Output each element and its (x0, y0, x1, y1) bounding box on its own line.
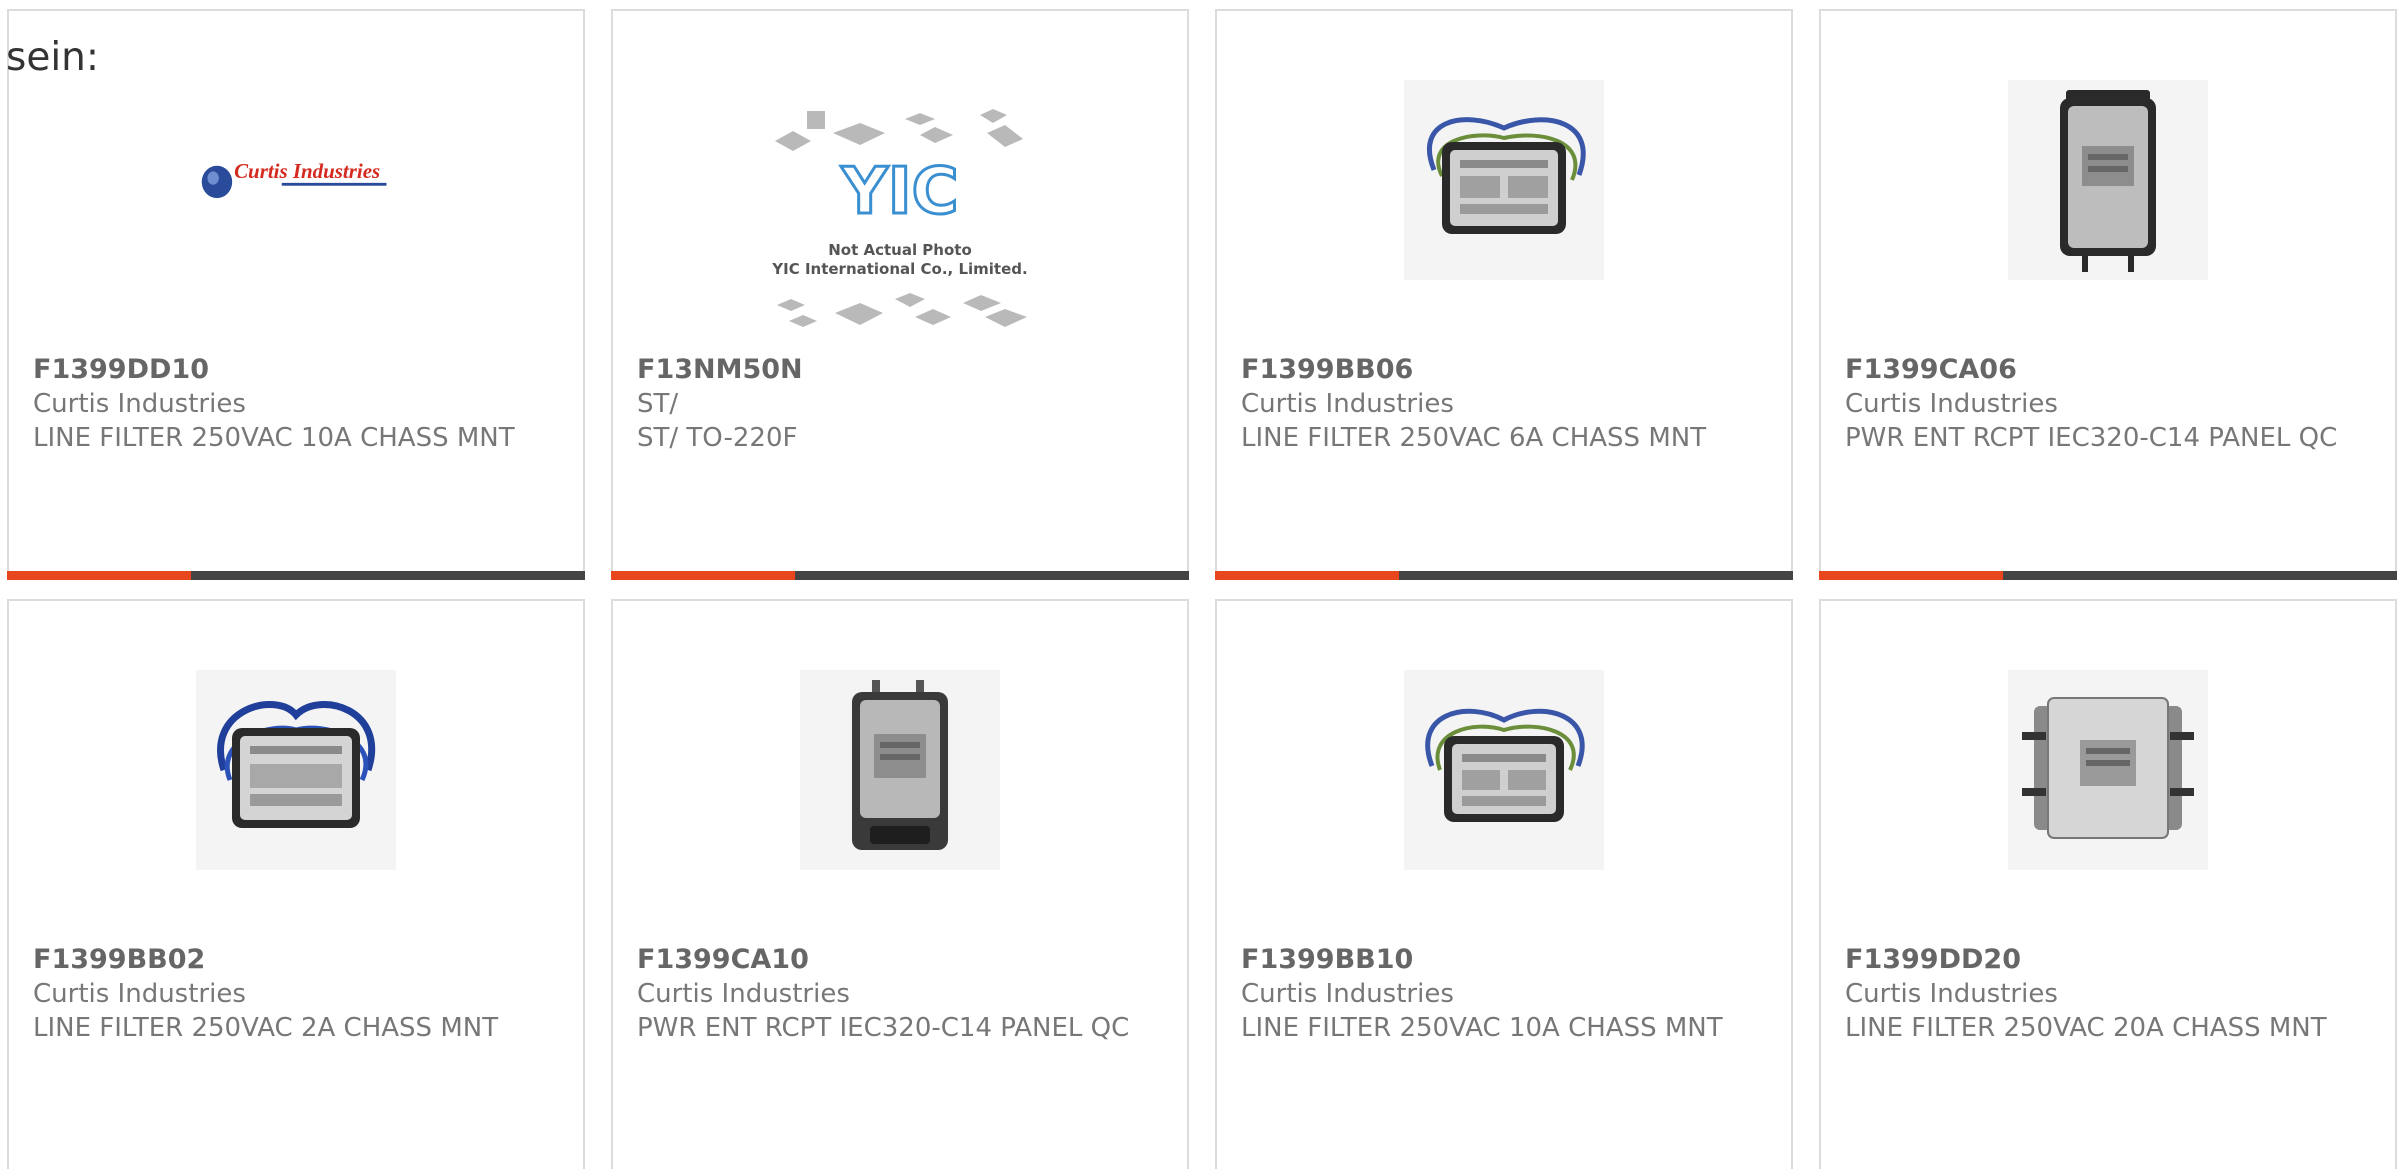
product-image[interactable] (1404, 670, 1604, 870)
card-bottom-bar (1215, 571, 1793, 580)
description: LINE FILTER 250VAC 20A CHASS MNT (1845, 1013, 2327, 1043)
power-entry-module-image (2008, 80, 2208, 280)
product-card[interactable]: F1399BB10 Curtis Industries LINE FILTER … (1215, 599, 1793, 1169)
manufacturer: Curtis Industries (1241, 979, 1454, 1009)
product-card[interactable]: F1399DD20 Curtis Industries LINE FILTER … (1819, 599, 2397, 1169)
part-number-link[interactable]: F1399CA06 (1845, 353, 2375, 387)
part-number-link[interactable]: F1399BB02 (33, 943, 563, 977)
line-filter-chassis-image (2008, 670, 2208, 870)
product-image[interactable]: Curtis Industries (196, 80, 396, 280)
svg-text:Curtis Industries: Curtis Industries (234, 159, 380, 183)
image-caption-line1: Not Actual Photo (828, 241, 972, 259)
manufacturer: ST/ (637, 389, 679, 419)
product-image[interactable] (2008, 670, 2208, 870)
description: LINE FILTER 250VAC 10A CHASS MNT (1241, 1013, 1723, 1043)
line-filter-image (196, 670, 396, 870)
product-card[interactable]: F1399CA10 Curtis Industries PWR ENT RCPT… (611, 599, 1189, 1169)
manufacturer: Curtis Industries (33, 389, 246, 419)
description: PWR ENT RCPT IEC320-C14 PANEL QC (637, 1013, 1130, 1043)
card-bottom-bar (1819, 571, 2397, 580)
part-number-link[interactable]: F1399DD20 (1845, 943, 2375, 977)
manufacturer: Curtis Industries (1845, 389, 2058, 419)
lead-text: sein: (6, 35, 100, 80)
description: ST/ TO-220F (637, 423, 798, 453)
product-card[interactable]: F1399BB02 Curtis Industries LINE FILTER … (7, 599, 585, 1169)
product-image[interactable]: YIC Not Actual Photo YIC International C… (765, 103, 1035, 343)
product-card[interactable]: Curtis Industries F1399DD10 Curtis Indus… (7, 9, 585, 580)
card-accent-bar (7, 571, 191, 580)
manufacturer: Curtis Industries (637, 979, 850, 1009)
manufacturer: Curtis Industries (1241, 389, 1454, 419)
manufacturer: Curtis Industries (33, 979, 246, 1009)
card-accent-bar (1819, 571, 2003, 580)
part-number-link[interactable]: F1399BB10 (1241, 943, 1771, 977)
product-image[interactable] (1404, 80, 1604, 280)
manufacturer: Curtis Industries (1845, 979, 2058, 1009)
line-filter-image (1404, 80, 1604, 280)
power-entry-module-image (800, 670, 1000, 870)
card-accent-bar (611, 571, 795, 580)
product-image[interactable] (196, 670, 396, 870)
product-image[interactable] (2008, 80, 2208, 280)
yic-logo-text: YIC (840, 155, 958, 229)
part-number-link[interactable]: F1399CA10 (637, 943, 1167, 977)
part-number-link[interactable]: F1399DD10 (33, 353, 563, 387)
part-number-link[interactable]: F13NM50N (637, 353, 1167, 387)
description: LINE FILTER 250VAC 6A CHASS MNT (1241, 423, 1707, 453)
yic-placeholder-image: YIC Not Actual Photo YIC International C… (771, 109, 1028, 327)
product-card[interactable]: YIC Not Actual Photo YIC International C… (611, 9, 1189, 580)
curtis-industries-logo: Curtis Industries (201, 159, 387, 199)
part-number-link[interactable]: F1399BB06 (1241, 353, 1771, 387)
description: LINE FILTER 250VAC 10A CHASS MNT (33, 423, 515, 453)
description: PWR ENT RCPT IEC320-C14 PANEL QC (1845, 423, 2338, 453)
card-bottom-bar (611, 571, 1189, 580)
product-image[interactable] (800, 670, 1000, 870)
card-bottom-bar (7, 571, 585, 580)
description: LINE FILTER 250VAC 2A CHASS MNT (33, 1013, 499, 1043)
line-filter-image (1404, 670, 1604, 870)
product-card[interactable]: F1399BB06 Curtis Industries LINE FILTER … (1215, 9, 1793, 580)
card-accent-bar (1215, 571, 1399, 580)
product-card[interactable]: F1399CA06 Curtis Industries PWR ENT RCPT… (1819, 9, 2397, 580)
image-caption-line2: YIC International Co., Limited. (771, 260, 1027, 278)
